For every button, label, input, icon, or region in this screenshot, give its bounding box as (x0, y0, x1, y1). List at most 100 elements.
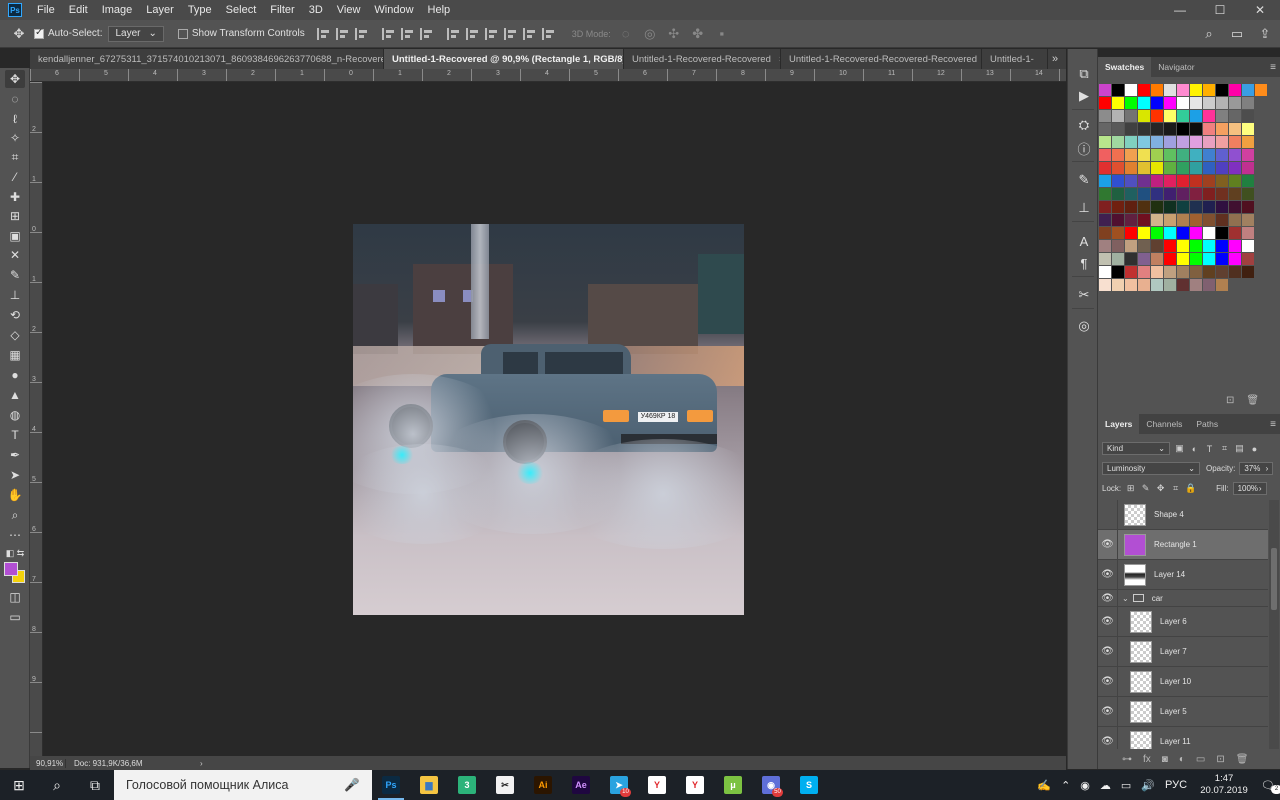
color-swatch[interactable] (1125, 84, 1137, 96)
color-swatch[interactable] (1112, 279, 1124, 291)
maximize-button[interactable]: ☐ (1200, 0, 1240, 20)
color-swatch[interactable] (1164, 110, 1176, 122)
menu-type[interactable]: Type (181, 0, 219, 20)
filter-pixel-icon[interactable]: ▣ (1174, 443, 1185, 454)
color-swatch[interactable] (1138, 253, 1150, 265)
color-swatch[interactable] (1190, 266, 1202, 278)
taskbar-app-utorrent[interactable]: μ (714, 770, 752, 800)
zoom-tool-icon[interactable]: ⌕ (5, 506, 25, 524)
lock-all-icon[interactable]: 🔒 (1185, 483, 1196, 494)
color-swatch[interactable] (1138, 162, 1150, 174)
color-swatch[interactable] (1112, 123, 1124, 135)
taskbar-app-illustrator[interactable]: Ai (524, 770, 562, 800)
color-swatch[interactable] (1216, 162, 1228, 174)
windows-start-icon[interactable]: ⊞ (0, 770, 38, 800)
color-swatch[interactable] (1164, 97, 1176, 109)
color-swatch[interactable] (1216, 136, 1228, 148)
color-swatch[interactable] (1177, 97, 1189, 109)
layer-thumbnail[interactable] (1130, 670, 1152, 693)
color-swatch[interactable] (1112, 84, 1124, 96)
menu-filter[interactable]: Filter (263, 0, 301, 20)
document-canvas[interactable]: У469КР 18 (353, 224, 744, 615)
auto-select-checkbox[interactable]: Auto-Select: (34, 27, 102, 39)
layer-row[interactable]: Shape 4 (1098, 500, 1268, 530)
color-swatch[interactable] (1164, 227, 1176, 239)
tab-doc-3[interactable]: Untitled-1-Recovered-Recovered× (624, 49, 781, 69)
default-colors-icon[interactable]: ◧ ⇆ (5, 544, 25, 562)
align-left-icon[interactable] (381, 27, 396, 40)
color-swatch[interactable] (1112, 253, 1124, 265)
panel-menu-icon[interactable]: ≡ (1270, 419, 1276, 430)
adjustments-panel-icon[interactable]: ⛭ (1074, 116, 1094, 134)
color-swatch[interactable] (1203, 253, 1215, 265)
layer-thumbnail[interactable] (1130, 610, 1152, 633)
taskbar-app-app-3[interactable]: 3 (448, 770, 486, 800)
color-swatch[interactable] (1138, 266, 1150, 278)
blend-mode-dropdown[interactable]: Luminosity ⌄ (1102, 462, 1200, 475)
color-swatch[interactable] (1216, 201, 1228, 213)
color-swatch[interactable] (1216, 149, 1228, 161)
taskbar-app-skype[interactable]: S (790, 770, 828, 800)
marquee-tool-icon[interactable]: ◌ (5, 90, 25, 108)
crop-tool-icon[interactable]: ⌗ (5, 148, 25, 166)
distribute-left-icon[interactable] (503, 27, 518, 40)
align-bottom-icon[interactable] (354, 27, 369, 40)
color-swatch[interactable] (1177, 84, 1189, 96)
color-swatch[interactable] (1125, 97, 1137, 109)
quick-mask-icon[interactable]: ◫ (5, 588, 25, 606)
color-swatch[interactable] (1138, 201, 1150, 213)
color-swatch[interactable] (1190, 162, 1202, 174)
color-swatch[interactable] (1138, 97, 1150, 109)
color-swatch[interactable] (1099, 136, 1111, 148)
color-swatch[interactable] (1229, 84, 1241, 96)
color-swatch[interactable] (1190, 149, 1202, 161)
color-swatch[interactable] (1138, 123, 1150, 135)
color-swatch[interactable] (1242, 97, 1254, 109)
color-swatch[interactable] (1229, 110, 1241, 122)
color-swatch[interactable] (1164, 175, 1176, 187)
color-swatch[interactable] (1151, 227, 1163, 239)
new-swatch-icon[interactable]: ⊡ (1226, 395, 1234, 406)
color-swatch[interactable] (1164, 123, 1176, 135)
color-swatch[interactable] (1255, 84, 1267, 96)
tab-navigator[interactable]: Navigator (1151, 57, 1201, 77)
layer-row[interactable]: 👁 Layer 11 (1098, 726, 1268, 749)
eye-icon[interactable]: 👁 (1098, 696, 1118, 727)
trash-icon[interactable]: 🗑 (1236, 754, 1249, 765)
color-swatch[interactable] (1138, 149, 1150, 161)
layer-row[interactable]: 👁 Layer 7 (1098, 636, 1268, 667)
share-icon[interactable]: ⇪ (1256, 25, 1274, 43)
color-swatch[interactable] (1138, 214, 1150, 226)
eye-hidden-icon[interactable] (1098, 500, 1118, 530)
color-swatch[interactable] (1242, 266, 1254, 278)
paragraph-panel-icon[interactable]: ¶ (1074, 254, 1094, 272)
taskbar-app-explorer[interactable]: ▆ (410, 770, 448, 800)
menu-window[interactable]: Window (367, 0, 420, 20)
taskbar-app-after-effects[interactable]: Ae (562, 770, 600, 800)
color-swatch[interactable] (1125, 175, 1137, 187)
color-swatch[interactable] (1151, 266, 1163, 278)
new-group-icon[interactable]: ▭ (1196, 754, 1205, 765)
dodge-tool-icon[interactable]: ▲ (5, 386, 25, 404)
color-swatch[interactable] (1190, 201, 1202, 213)
color-swatch[interactable] (1203, 149, 1215, 161)
color-swatch[interactable] (1099, 266, 1111, 278)
color-swatch[interactable] (1177, 175, 1189, 187)
color-swatch[interactable] (1112, 136, 1124, 148)
layer-style-icon[interactable]: fx (1143, 754, 1151, 765)
color-swatch[interactable] (1190, 84, 1202, 96)
color-swatch[interactable] (1242, 214, 1254, 226)
layer-thumbnail[interactable] (1124, 503, 1146, 526)
alice-search-box[interactable]: Голосовой помощник Алиса 🎤 (114, 770, 372, 800)
color-swatch[interactable] (1216, 110, 1228, 122)
color-swatch[interactable] (1229, 136, 1241, 148)
3d-scale-icon[interactable]: ▪ (713, 25, 731, 43)
color-swatch[interactable] (1203, 240, 1215, 252)
color-swatch[interactable] (1138, 279, 1150, 291)
antivirus-icon[interactable]: ◉ (1075, 779, 1095, 792)
taskbar-app-photoshop[interactable]: Ps (372, 770, 410, 800)
libraries-panel-icon[interactable]: ◎ (1074, 317, 1094, 335)
color-swatch[interactable] (1229, 201, 1241, 213)
sponge-tool-icon[interactable]: ◍ (5, 406, 25, 424)
color-swatch[interactable] (1177, 266, 1189, 278)
